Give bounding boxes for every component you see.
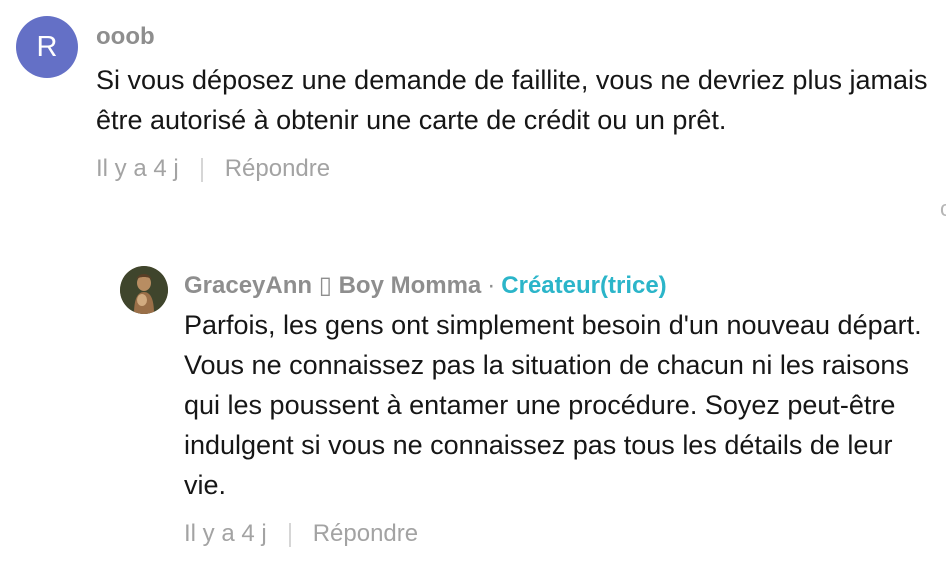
comment-body: ooob Si vous déposez une demande de fail… — [96, 16, 936, 184]
comment-age: Il y a 4 j — [96, 155, 179, 182]
like-icon[interactable]: c — [940, 198, 946, 220]
comment-text: Si vous déposez une demande de faillite,… — [96, 65, 928, 135]
reply-header: GraceyAnn ▯ Boy Momma · Créateur(trice) — [184, 271, 924, 301]
creator-badge: Créateur(trice) — [501, 272, 667, 299]
profile-photo-icon — [120, 266, 168, 314]
reply-body: GraceyAnn ▯ Boy Momma · Créateur(trice) Pa… — [184, 264, 924, 549]
avatar[interactable] — [120, 266, 168, 314]
comment-username[interactable]: ooob — [96, 22, 936, 52]
meta-divider — [200, 157, 203, 182]
avatar[interactable]: R — [16, 16, 78, 78]
comment-meta: Il y a 4 j Répondre — [96, 154, 936, 184]
meta-divider — [288, 522, 291, 547]
reply-age: Il y a 4 j — [184, 520, 267, 547]
reply-text: Parfois, les gens ont simplement besoin … — [184, 310, 922, 500]
header-separator: · — [487, 272, 496, 299]
reply-button[interactable]: Répondre — [313, 520, 418, 547]
reply-button[interactable]: Répondre — [225, 155, 330, 182]
reply-username[interactable]: GraceyAnn ▯ Boy Momma — [184, 272, 481, 299]
reply-meta: Il y a 4 j Répondre — [184, 519, 924, 549]
